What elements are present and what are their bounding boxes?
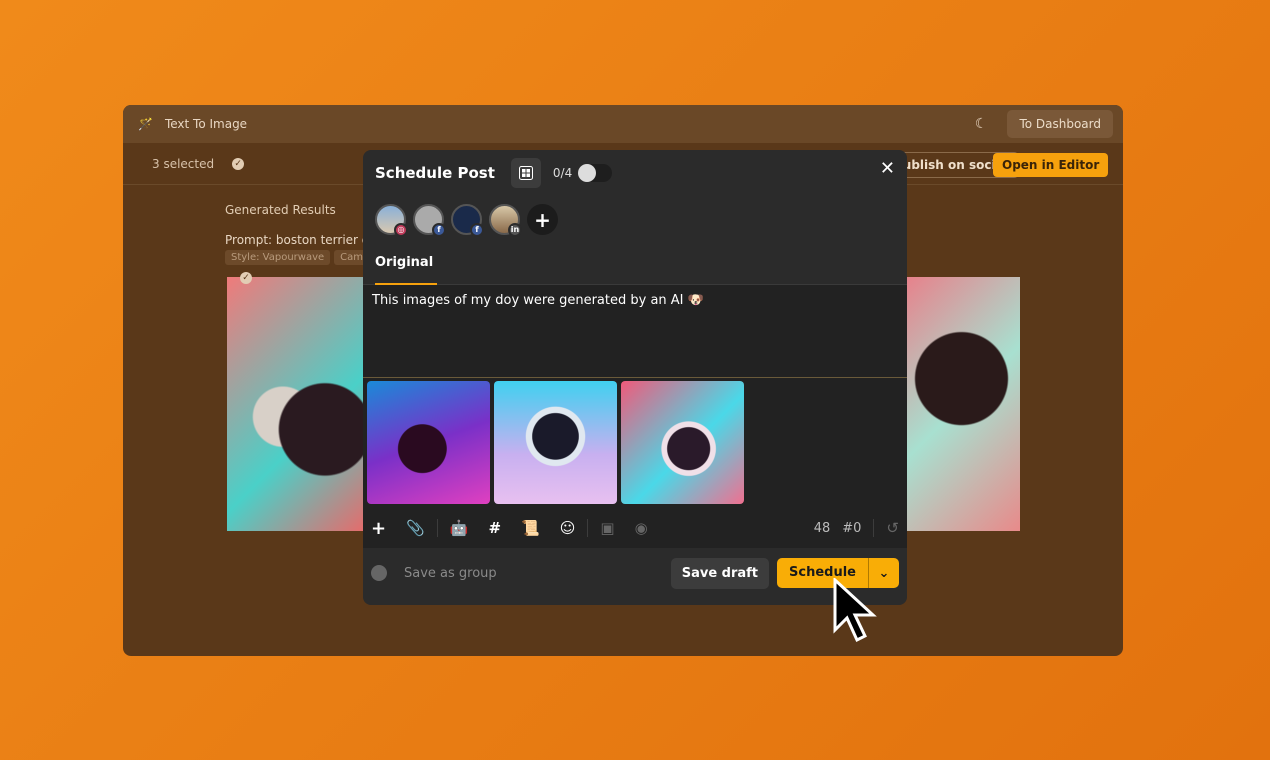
grid-view-button[interactable] bbox=[510, 158, 541, 188]
close-icon[interactable]: ✕ bbox=[880, 158, 895, 179]
save-draft-button[interactable]: Save draft bbox=[670, 557, 770, 589]
eye-icon[interactable]: ◉ bbox=[635, 519, 648, 537]
modal-title: Schedule Post bbox=[375, 164, 495, 182]
save-as-group-toggle[interactable] bbox=[371, 565, 387, 581]
scroll-icon[interactable]: 📜 bbox=[521, 519, 540, 537]
attached-image[interactable] bbox=[367, 381, 490, 504]
post-count: 0/4 bbox=[552, 166, 573, 180]
check-icon[interactable]: ✓ bbox=[232, 157, 245, 170]
tab-original[interactable]: Original bbox=[375, 251, 437, 285]
character-count: 48 bbox=[813, 520, 831, 536]
account-avatar-instagram[interactable]: ◎ bbox=[375, 204, 408, 237]
hashtag-count: #0 bbox=[842, 520, 862, 536]
post-text-input[interactable]: This images of my doy were generated by … bbox=[363, 285, 907, 378]
toggle-switch[interactable] bbox=[578, 164, 613, 182]
instagram-icon: ◎ bbox=[394, 223, 408, 237]
account-avatar-facebook[interactable]: f bbox=[413, 204, 446, 237]
attached-image[interactable] bbox=[621, 381, 744, 504]
open-in-editor-button[interactable]: Open in Editor bbox=[993, 153, 1109, 177]
robot-icon[interactable]: 🤖 bbox=[450, 519, 469, 537]
paperclip-icon[interactable]: 📎 bbox=[406, 519, 425, 537]
image-selected-check-icon[interactable]: ✓ bbox=[240, 272, 252, 284]
moon-icon[interactable]: ☾ bbox=[975, 116, 988, 132]
facebook-icon: f bbox=[432, 223, 446, 237]
facebook-icon: f bbox=[470, 223, 484, 237]
account-avatar-linkedin[interactable]: in bbox=[489, 204, 522, 237]
account-avatar-facebook[interactable]: f bbox=[451, 204, 484, 237]
plus-icon[interactable]: + bbox=[371, 518, 386, 539]
results-title: Generated Results bbox=[225, 203, 336, 217]
generated-image[interactable] bbox=[903, 277, 1020, 531]
save-as-group-label: Save as group bbox=[404, 565, 497, 581]
attached-image[interactable] bbox=[494, 381, 617, 504]
camera-icon[interactable]: ▣ bbox=[600, 519, 614, 537]
generated-image[interactable] bbox=[227, 277, 367, 531]
mouse-cursor-icon bbox=[833, 578, 877, 643]
app-header: 🪄 Text To Image ☾ To Dashboard bbox=[123, 105, 1123, 143]
grid-icon bbox=[518, 166, 533, 180]
undo-icon[interactable]: ↺ bbox=[886, 519, 899, 537]
hashtag-icon[interactable]: # bbox=[488, 519, 501, 537]
add-account-button[interactable]: + bbox=[527, 204, 558, 235]
emoji-icon[interactable]: ☺ bbox=[560, 519, 576, 537]
style-tag: Style: Vapourwave bbox=[225, 250, 331, 265]
app-title: Text To Image bbox=[164, 117, 248, 131]
prompt-text: Prompt: boston terrier do bbox=[225, 233, 377, 247]
magic-wand-icon: 🪄 bbox=[138, 117, 153, 131]
selected-count: 3 selected bbox=[152, 156, 215, 171]
linkedin-icon: in bbox=[508, 223, 522, 237]
to-dashboard-button[interactable]: To Dashboard bbox=[1007, 110, 1113, 138]
schedule-post-modal: Schedule Post 0/4 ✕ ◎ f f in + Original … bbox=[363, 150, 907, 605]
